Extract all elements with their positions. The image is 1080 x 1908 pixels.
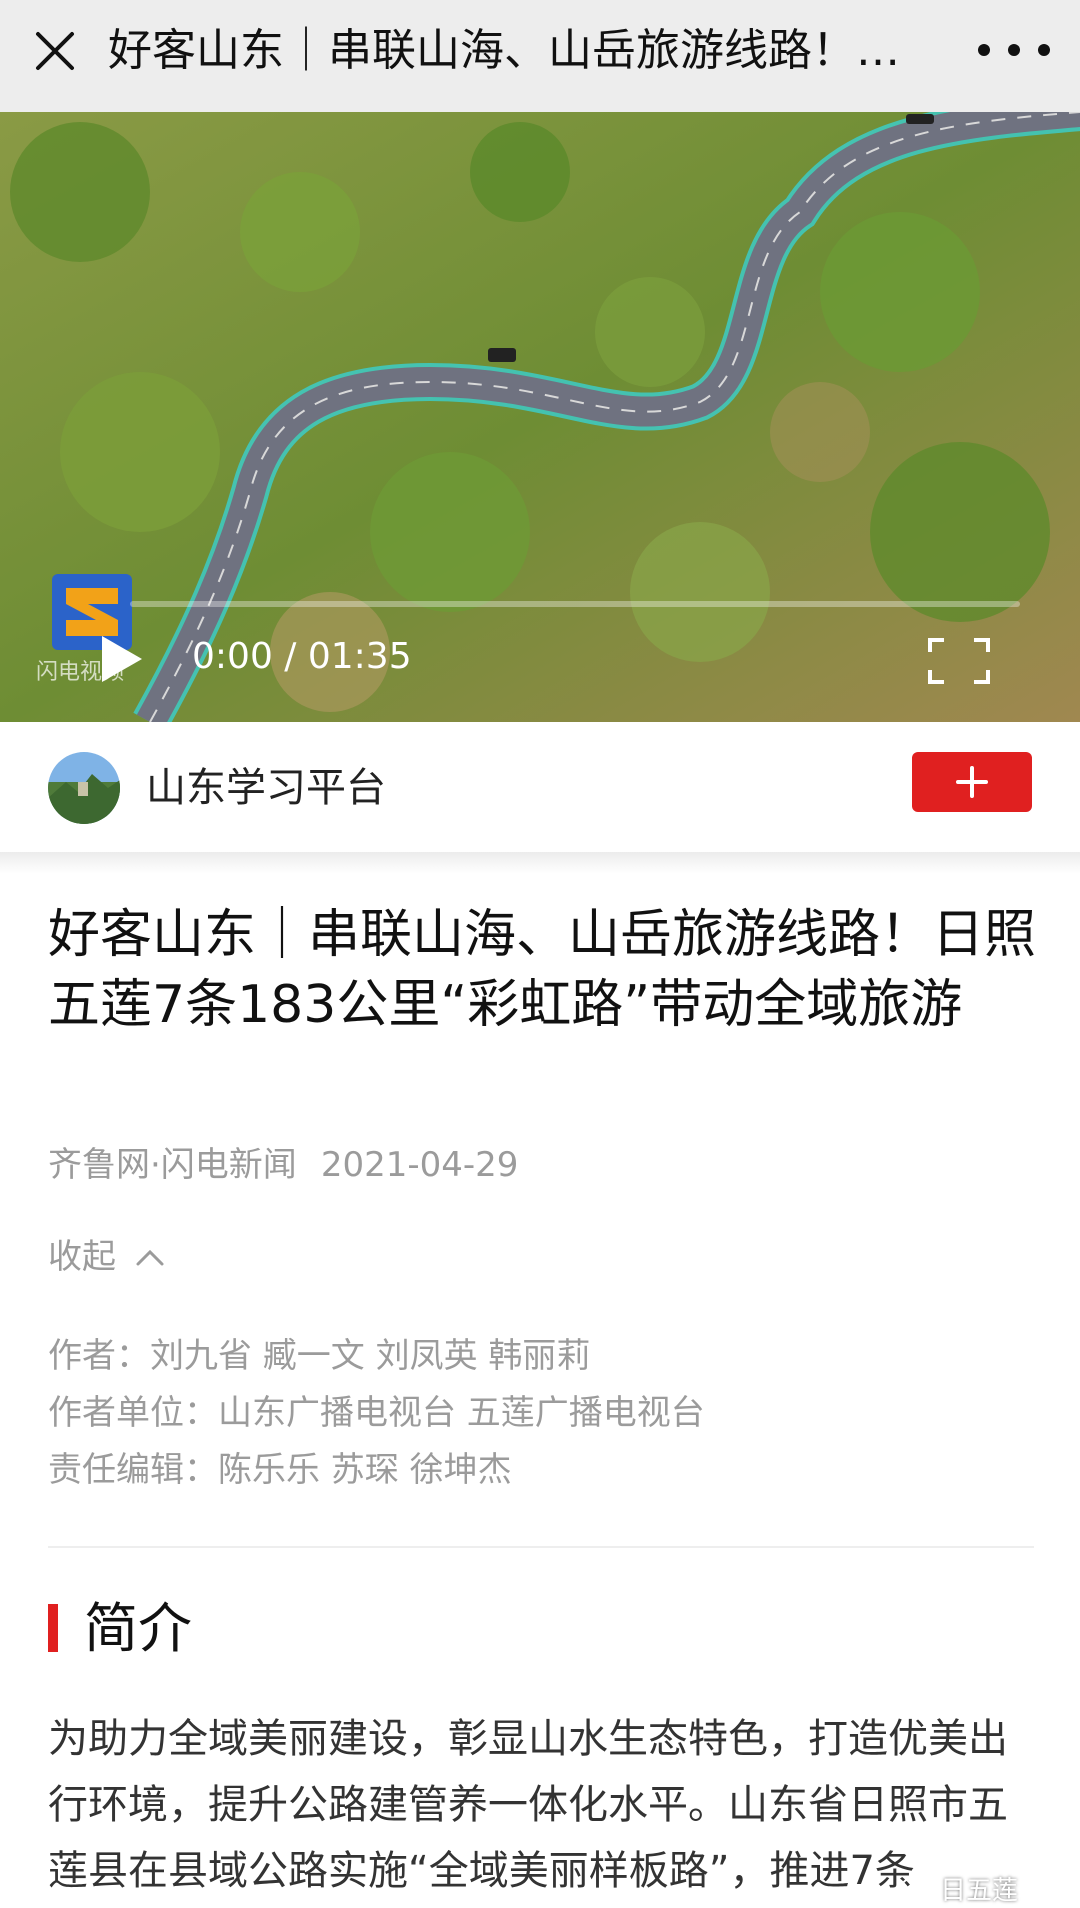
- article-source[interactable]: 齐鲁网·闪电新闻: [48, 1145, 297, 1185]
- credits-editors: 责任编辑：陈乐乐 苏琛 徐坤杰: [48, 1450, 512, 1490]
- collapse-toggle[interactable]: 收起: [48, 1234, 166, 1280]
- collapse-label: 收起: [48, 1237, 116, 1277]
- video-progress-bar[interactable]: [130, 601, 1020, 607]
- video-time: 0:00 / 01:35: [192, 636, 412, 677]
- section-title: 简介: [84, 1597, 192, 1660]
- page-title: 好客山东｜串联山海、山岳旅游线路！日照五莲7条183公里“彩虹路”带动全域旅游: [108, 25, 928, 76]
- wechat-watermark: 日五莲: [900, 1870, 1018, 1907]
- divider: [48, 1546, 1034, 1548]
- article-date: 2021-04-29: [320, 1145, 519, 1185]
- divider-shadow: [0, 852, 1080, 874]
- play-icon[interactable]: [96, 632, 146, 686]
- follow-button[interactable]: [912, 752, 1032, 812]
- article-title: 好客山东｜串联山海、山岳旅游线路！日照五莲7条183公里“彩虹路”带动全域旅游: [48, 905, 1037, 1035]
- section-accent-bar: [48, 1604, 58, 1652]
- video-player[interactable]: 闪电视频 0:00 / 01:35: [0, 112, 1080, 722]
- publisher-name[interactable]: 山东学习平台: [146, 760, 386, 816]
- publisher-bar: 山东学习平台: [0, 722, 1080, 852]
- top-navigation-bar: 好客山东｜串联山海、山岳旅游线路！日照五莲7条183公里“彩虹路”带动全域旅游: [0, 0, 1080, 112]
- close-icon[interactable]: [30, 26, 80, 76]
- fullscreen-icon[interactable]: [926, 636, 992, 686]
- plus-icon: [956, 766, 988, 798]
- more-dots-icon[interactable]: [978, 30, 1050, 70]
- wechat-icon: [901, 1876, 933, 1900]
- chevron-up-icon: [136, 1249, 164, 1266]
- credits-authors: 作者：刘九省 臧一文 刘凤英 韩丽莉: [48, 1336, 591, 1376]
- avatar[interactable]: [48, 752, 120, 824]
- video-frame-image: [0, 112, 1080, 722]
- article-meta: 齐鲁网·闪电新闻 2021-04-29: [48, 1142, 518, 1188]
- credits-units: 作者单位：山东广播电视台 五莲广播电视台: [48, 1393, 705, 1433]
- watermark-text: 日五莲: [940, 1876, 1019, 1906]
- article-credits: 作者：刘九省 臧一文 刘凤英 韩丽莉 作者单位：山东广播电视台 五莲广播电视台 …: [48, 1328, 705, 1499]
- intro-paragraph: 为助力全域美丽建设，彰显山水生态特色，打造优美出行环境，提升公路建管养一体化水平…: [48, 1716, 1008, 1894]
